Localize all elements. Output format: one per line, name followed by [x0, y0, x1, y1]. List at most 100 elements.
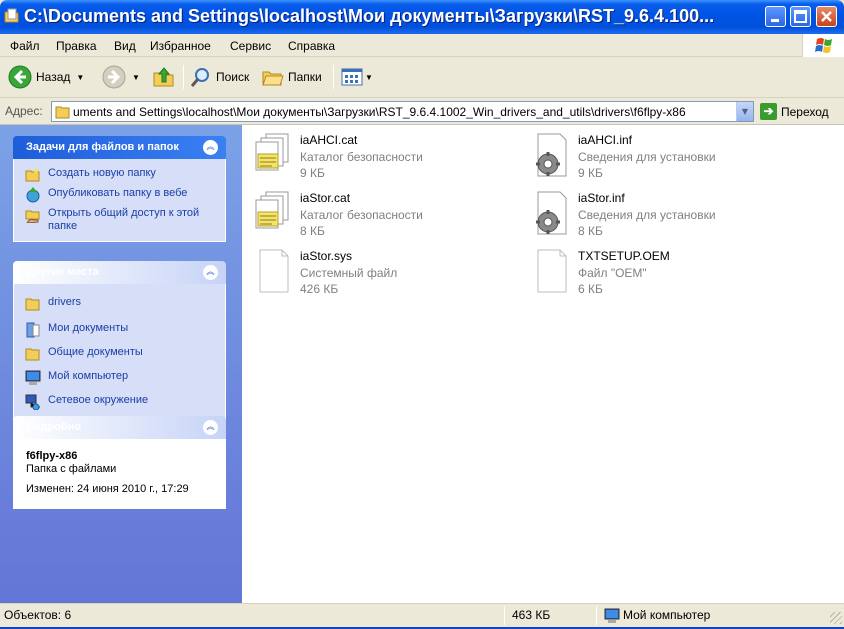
file-item[interactable]: iaStor.inf Сведения для установки 8 КБ	[522, 186, 782, 238]
file-name: iaStor.inf	[578, 191, 625, 205]
menu-help[interactable]: Справка	[288, 39, 335, 53]
new-folder-icon	[25, 168, 40, 182]
place-shared-documents[interactable]: Общие документы	[14, 342, 225, 366]
other-places-header[interactable]: Другие места ︽	[13, 261, 226, 284]
file-item[interactable]: iaStor.sys Системный файл 426 КБ	[244, 244, 504, 296]
file-item[interactable]: iaAHCI.cat Каталог безопасности 9 КБ	[244, 128, 504, 180]
folders-button[interactable]: Папки	[262, 64, 322, 90]
file-type: Каталог безопасности	[300, 208, 423, 222]
file-size: 426 КБ	[300, 282, 339, 296]
place-my-documents[interactable]: Мои документы	[14, 318, 225, 342]
search-icon	[190, 68, 209, 87]
details-folder-type: Папка с файлами	[26, 463, 117, 475]
file-size: 8 КБ	[300, 224, 325, 238]
folder-icon	[4, 8, 19, 23]
folders-label: Папки	[288, 70, 322, 84]
search-button[interactable]: Поиск	[190, 64, 249, 90]
menu-tools[interactable]: Сервис	[230, 39, 271, 53]
status-location: Мой компьютер	[623, 608, 711, 622]
system-file-icon	[259, 249, 289, 293]
minimize-icon	[771, 19, 779, 22]
file-list[interactable]: iaAHCI.cat Каталог безопасности 9 КБ iaA…	[242, 125, 844, 603]
chevron-up-icon[interactable]: ︽	[203, 140, 218, 155]
window-title: C:\Documents and Settings\localhost\Мои …	[24, 6, 715, 26]
file-tasks-title: Задачи для файлов и папок	[26, 141, 179, 153]
forward-button[interactable]: ▼	[102, 64, 140, 90]
details-body: f6flpy-x86 Папка с файлами Изменен: 24 и…	[13, 439, 226, 509]
my-documents-icon	[26, 322, 40, 338]
file-name: iaAHCI.cat	[300, 133, 358, 147]
file-type: Сведения для установки	[578, 208, 716, 222]
details-modified: Изменен: 24 июня 2010 г., 17:29	[26, 483, 189, 495]
windows-flag-icon	[815, 38, 832, 53]
share-folder-icon	[25, 210, 40, 223]
task-publish-web-label: Опубликовать папку в вебе	[48, 187, 188, 199]
file-tasks-header[interactable]: Задачи для файлов и папок ︽	[13, 136, 226, 159]
status-bar: Объектов: 6 463 КБ Мой компьютер	[0, 603, 844, 627]
back-arrow-icon	[8, 65, 32, 89]
setup-info-icon	[536, 133, 567, 177]
views-dropdown-icon[interactable]: ▼	[365, 73, 373, 82]
file-type: Файл "OEM"	[578, 266, 647, 280]
file-type: Сведения для установки	[578, 150, 716, 164]
chevron-up-icon[interactable]: ︽	[203, 265, 218, 280]
folder-icon	[55, 106, 70, 119]
forward-dropdown-icon[interactable]: ▼	[132, 73, 140, 82]
computer-icon	[604, 608, 620, 623]
network-icon	[25, 394, 40, 410]
minimize-button[interactable]	[765, 6, 786, 27]
up-folder-icon	[153, 67, 174, 87]
close-button[interactable]	[816, 6, 837, 27]
publish-web-icon	[26, 187, 40, 203]
task-share-folder[interactable]: Открыть общий доступ к этой папке	[14, 205, 225, 235]
file-item[interactable]: iaStor.cat Каталог безопасности 8 КБ	[244, 186, 504, 238]
other-places-title: Другие места	[26, 266, 99, 278]
views-button[interactable]: ▼	[341, 64, 373, 90]
toolbar: Назад ▼ ▼ Поиск Папки ▼	[0, 57, 844, 98]
place-drivers[interactable]: drivers	[14, 290, 225, 318]
back-dropdown-icon[interactable]: ▼	[76, 73, 84, 82]
folder-icon	[25, 298, 40, 311]
go-label: Переход	[781, 104, 829, 119]
security-catalog-icon	[255, 133, 289, 171]
address-bar: Адрес: uments and Settings\localhost\Мои…	[0, 98, 844, 125]
menu-favorites[interactable]: Избранное	[150, 39, 211, 53]
maximize-button[interactable]	[790, 6, 811, 27]
up-folder-button[interactable]	[152, 64, 176, 90]
resize-grip[interactable]	[830, 612, 842, 624]
search-label: Поиск	[216, 70, 250, 84]
file-tasks-body: Создать новую папку Опубликовать папку в…	[13, 159, 226, 242]
task-pane: Задачи для файлов и папок ︽ Создать нову…	[0, 125, 242, 603]
back-button[interactable]: Назад ▼	[8, 64, 84, 90]
place-my-computer-label: Мой компьютер	[48, 370, 129, 382]
file-size: 9 КБ	[300, 166, 325, 180]
task-new-folder[interactable]: Создать новую папку	[14, 165, 225, 185]
computer-icon	[25, 370, 41, 385]
address-dropdown-button[interactable]: ▼	[736, 102, 753, 121]
details-title: Подробно	[26, 421, 82, 433]
place-my-computer[interactable]: Мой компьютер	[14, 366, 225, 390]
file-name: TXTSETUP.OEM	[578, 249, 670, 263]
chevron-up-icon[interactable]: ︽	[203, 420, 218, 435]
title-bar[interactable]: C:\Documents and Settings\localhost\Мои …	[0, 0, 844, 34]
menu-file[interactable]: Файл	[10, 39, 40, 53]
file-item[interactable]: TXTSETUP.OEM Файл "OEM" 6 КБ	[522, 244, 782, 296]
maximize-icon	[794, 10, 807, 23]
back-label: Назад	[36, 70, 71, 84]
details-folder-name: f6flpy-x86	[26, 450, 78, 462]
go-button[interactable]: ➔ Переход	[760, 103, 829, 120]
place-drivers-label: drivers	[48, 296, 82, 308]
security-catalog-icon	[255, 191, 289, 229]
place-network[interactable]: Сетевое окружение	[14, 390, 225, 416]
task-new-folder-label: Создать новую папку	[48, 167, 156, 179]
address-label: Адрес:	[5, 104, 43, 118]
address-input[interactable]: uments and Settings\localhost\Мои докуме…	[51, 101, 754, 122]
folder-icon	[25, 348, 40, 361]
file-item[interactable]: iaAHCI.inf Сведения для установки 9 КБ	[522, 128, 782, 180]
menu-edit[interactable]: Правка	[56, 39, 97, 53]
details-header[interactable]: Подробно ︽	[13, 416, 226, 439]
menu-view[interactable]: Вид	[114, 39, 136, 53]
menu-bar: Файл Правка Вид Избранное Сервис Справка	[0, 34, 844, 57]
forward-arrow-icon	[102, 65, 126, 89]
task-publish-web[interactable]: Опубликовать папку в вебе	[14, 185, 225, 205]
